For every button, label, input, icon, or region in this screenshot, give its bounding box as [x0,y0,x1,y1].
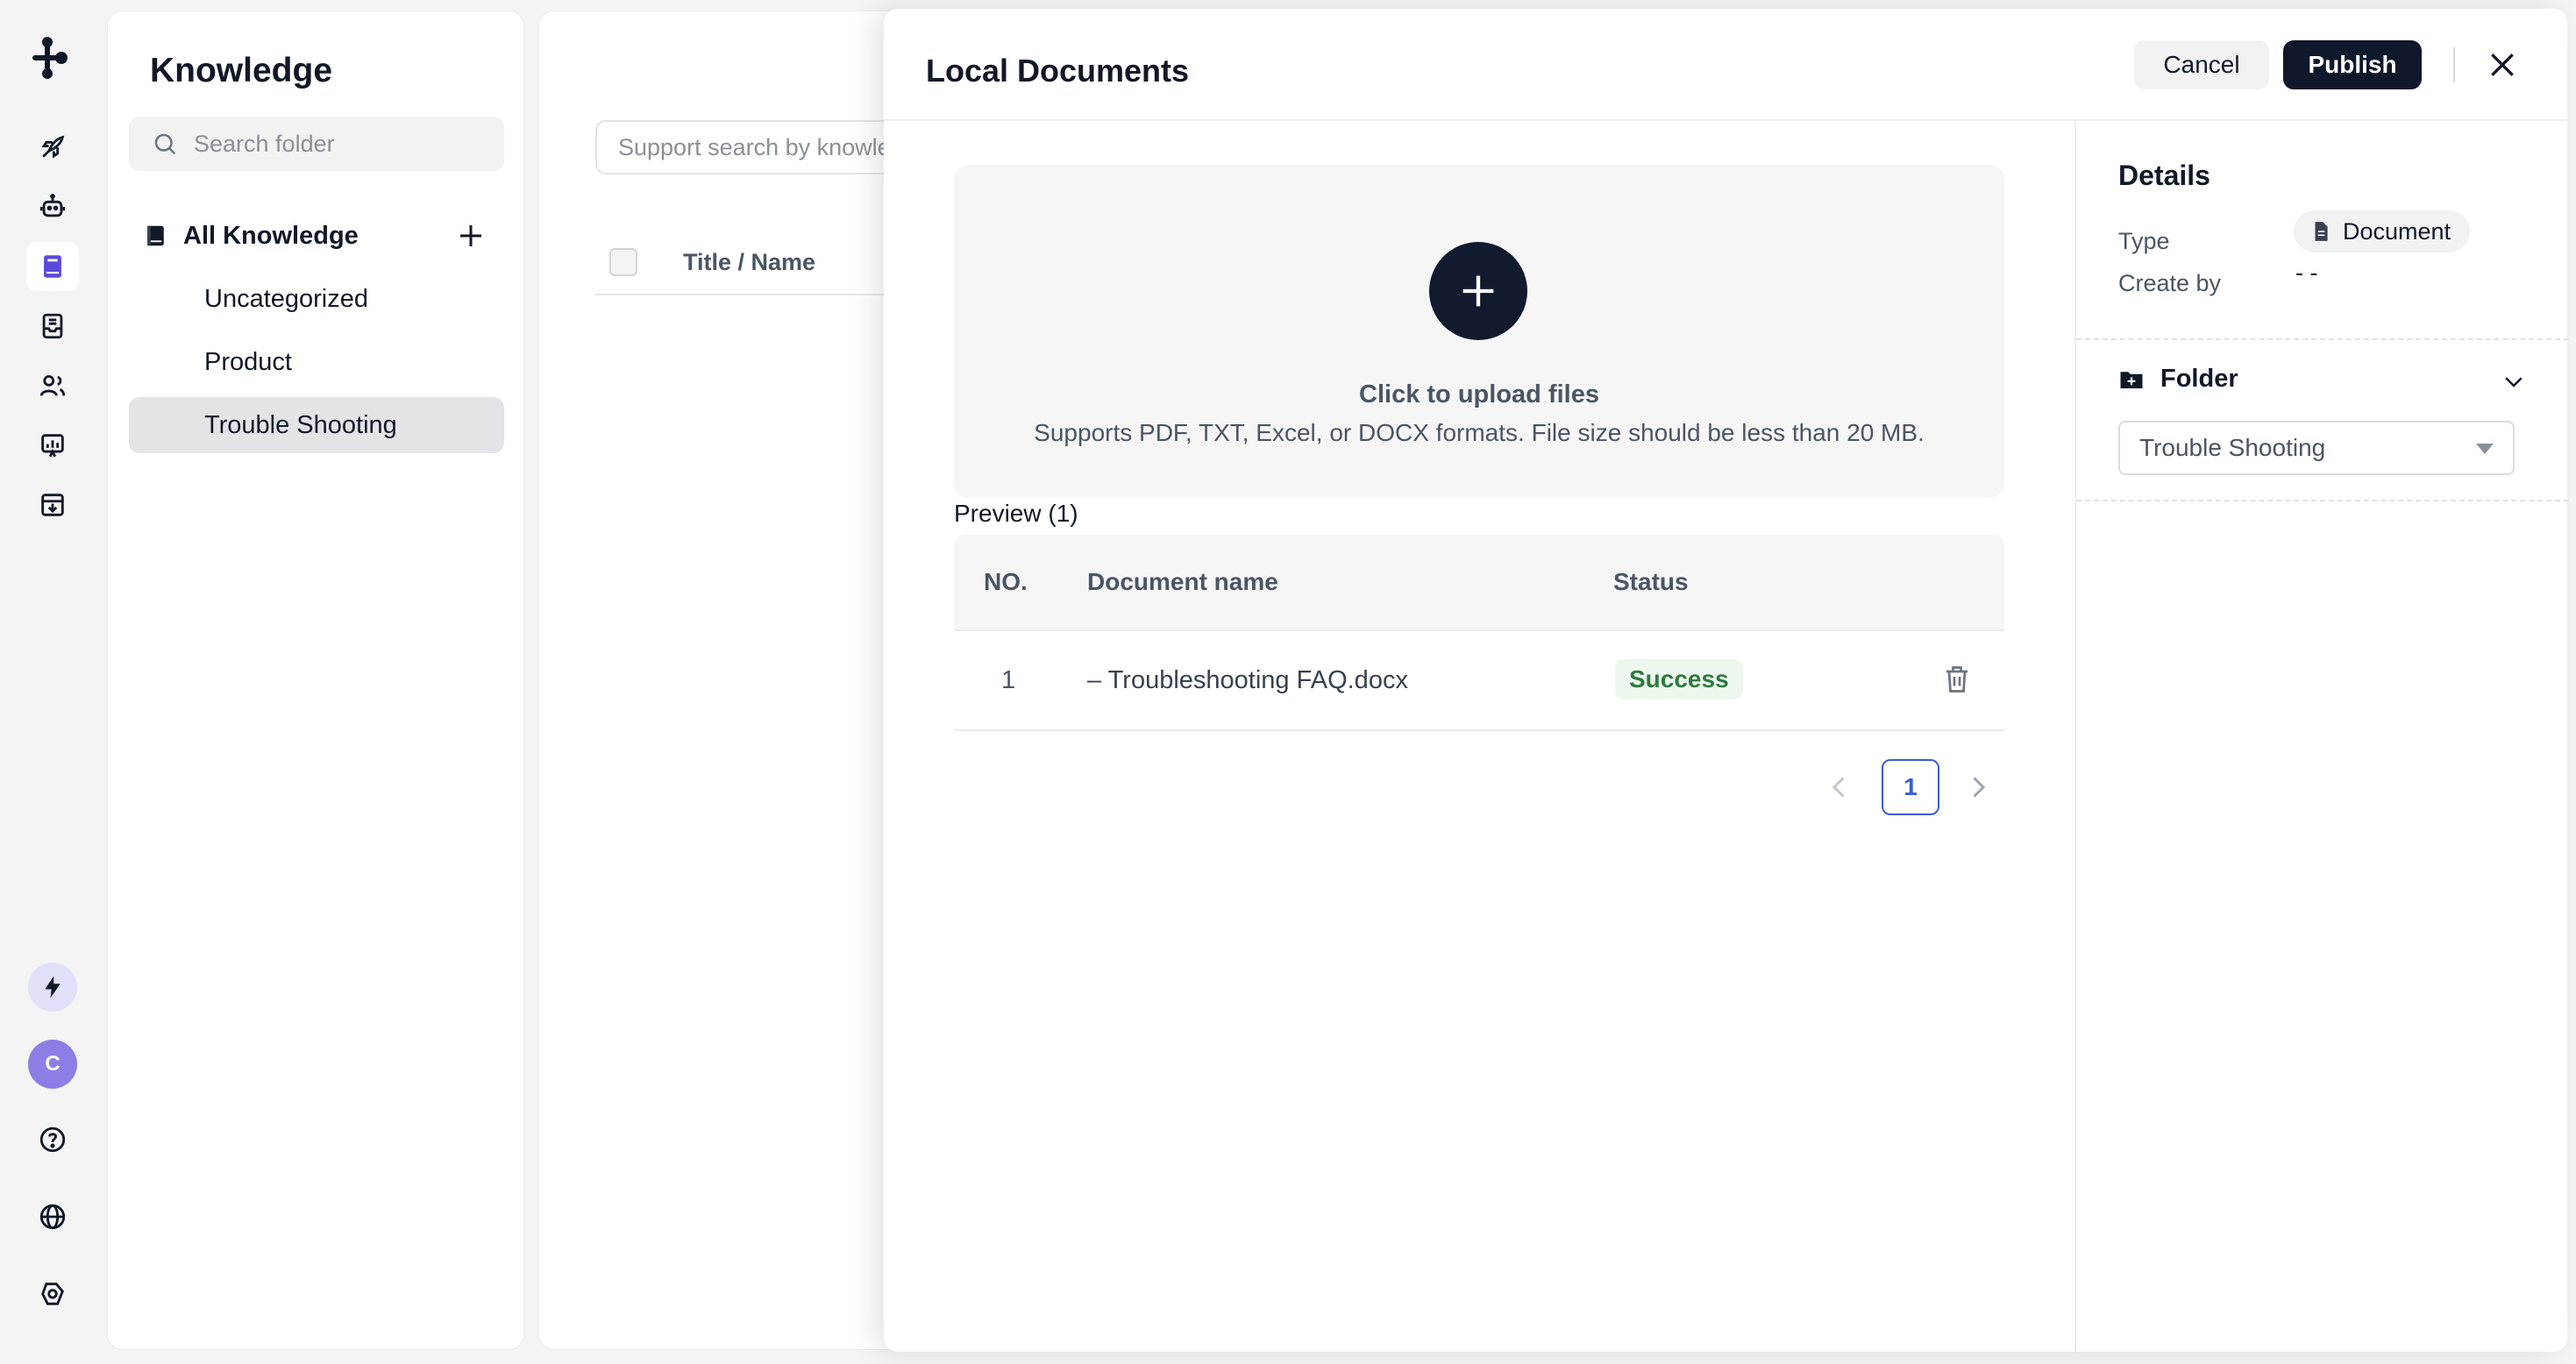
all-knowledge-label: All Knowledge [183,221,359,250]
globe-icon [39,1204,66,1230]
details-panel: Details Type Document Create by - - Fold… [2074,121,2569,1352]
cancel-button[interactable]: Cancel [2134,40,2269,89]
chevron-left-icon[interactable] [1824,771,1855,803]
create-by-value: - - [2295,259,2318,286]
folder-add-icon [2120,371,2143,388]
select-all-checkbox[interactable] [609,248,637,276]
row-number: 1 [1001,666,1016,694]
search-icon [154,133,176,155]
nav-archive[interactable] [26,480,79,529]
settings-button[interactable] [26,1269,79,1318]
folder-select[interactable]: Trouble Shooting [2118,421,2515,475]
upload-dropzone[interactable]: Click to upload files Supports PDF, TXT,… [954,165,2004,498]
folder-search[interactable] [129,117,504,171]
knowledge-panel: Knowledge All Knowledge Uncategorized Pr… [107,11,524,1350]
settings-icon [41,1282,64,1305]
folder-section-header[interactable]: Folder [2118,365,2238,394]
users-icon [39,374,66,396]
delete-icon[interactable] [1941,663,1973,696]
plus-icon [1462,275,1494,307]
icon-rail: C [0,0,105,1364]
create-by-key: Create by [2118,270,2222,296]
type-value: Document [2343,217,2451,245]
column-no: NO. [984,568,1028,595]
table-header: NO. Document name Status [954,535,2004,631]
drawer-title: Local Documents [926,53,1190,89]
close-icon [2491,53,2514,76]
type-key: Type [2118,228,2170,254]
nav-analytics[interactable] [26,421,79,470]
column-document-name: Document name [1087,568,1278,595]
panel-title: Knowledge [150,52,333,89]
close-button[interactable] [2485,47,2520,82]
divider [2076,338,2569,340]
local-documents-drawer: Local Documents Cancel Publish Click to … [884,9,2569,1352]
folder-select-value: Trouble Shooting [2139,434,2326,461]
upgrade-button[interactable] [28,963,77,1012]
status-badge: Success [1615,659,1743,700]
add-folder-icon[interactable] [455,220,487,252]
preview-table: NO. Document name Status 1 – Troubleshoo… [954,535,2004,731]
chevron-down-icon[interactable] [2501,368,2527,394]
robot-icon [39,194,66,217]
app-logo-icon[interactable] [30,35,75,81]
caret-down-icon [2476,444,2494,454]
pagination: 1 [1824,759,2004,815]
document-icon [2315,222,2328,241]
nav-bots[interactable] [26,182,79,231]
type-chip: Document [2294,210,2471,252]
column-title: Title / Name [683,248,816,275]
book-icon [147,225,164,246]
page-button-current[interactable]: 1 [1882,759,1939,815]
upload-button[interactable] [1429,242,1527,340]
upload-hint: Supports PDF, TXT, Excel, or DOCX format… [1034,419,1925,446]
analytics-icon [41,434,64,458]
nav-inbox[interactable] [26,302,79,351]
upload-title: Click to upload files [1359,380,1599,408]
document-name: – Troubleshooting FAQ.docx [1087,666,1408,694]
column-status: Status [1613,568,1689,595]
nav-rocket[interactable] [26,123,79,172]
folder-item-product[interactable]: Product [129,334,504,390]
folder-label: Folder [2160,365,2238,393]
divider [2076,500,2569,501]
help-button[interactable] [26,1115,79,1164]
inbox-icon [42,313,63,339]
folder-label: Uncategorized [204,284,368,313]
drawer-header: Local Documents Cancel Publish [884,9,2567,121]
help-icon [39,1126,66,1153]
folder-search-input[interactable] [194,130,474,158]
folder-label: Product [204,347,292,376]
rocket-icon [41,135,65,159]
language-button[interactable] [26,1192,79,1241]
all-knowledge-item[interactable]: All Knowledge [143,215,504,257]
publish-button[interactable]: Publish [2283,40,2422,89]
archive-icon [41,494,64,516]
folder-label: Trouble Shooting [204,410,397,439]
bolt-icon [45,976,60,998]
folder-item-trouble-shooting[interactable]: Trouble Shooting [129,397,504,453]
header-divider [2453,47,2455,82]
book-icon [44,255,61,278]
table-row: 1 – Troubleshooting FAQ.docx Success [954,631,2004,731]
folder-item-uncategorized[interactable]: Uncategorized [129,271,504,327]
preview-label: Preview (1) [954,500,1078,527]
nav-users[interactable] [26,361,79,410]
avatar[interactable]: C [28,1040,77,1089]
nav-knowledge[interactable] [26,242,79,291]
details-title: Details [2118,160,2210,191]
chevron-right-icon[interactable] [1962,771,1994,803]
